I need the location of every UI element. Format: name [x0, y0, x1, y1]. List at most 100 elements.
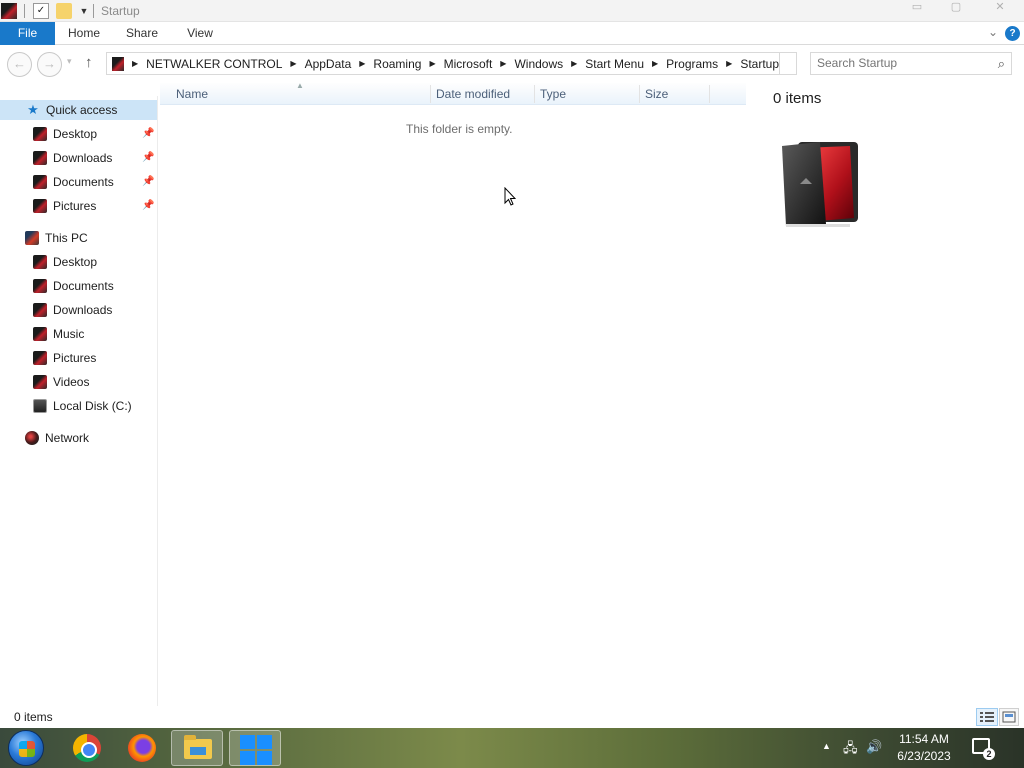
- breadcrumb-chevron-icon[interactable]: ▶: [132, 59, 138, 68]
- file-explorer-icon: [184, 735, 212, 759]
- pictures-icon: [33, 199, 47, 213]
- breadcrumb-chevron-icon[interactable]: ▶: [429, 59, 435, 68]
- separator: [93, 4, 94, 18]
- nav-quick-pictures[interactable]: Pictures: [33, 196, 96, 216]
- column-headers: ▲ Name Date modified Type Size: [160, 81, 746, 105]
- breadcrumb-item[interactable]: AppData: [305, 57, 352, 71]
- desktop-icon: [33, 255, 47, 269]
- videos-icon: [33, 375, 47, 389]
- nav-pc-music[interactable]: Music: [33, 324, 84, 344]
- column-header-type[interactable]: Type: [534, 83, 640, 105]
- close-button[interactable]: ✕: [985, 0, 1015, 16]
- nav-label: Music: [53, 327, 85, 341]
- breadcrumb-item[interactable]: Windows: [514, 57, 563, 71]
- nav-network[interactable]: Network: [25, 428, 89, 448]
- nav-pc-videos[interactable]: Videos: [33, 372, 89, 392]
- nav-quick-access[interactable]: ★ Quick access: [0, 100, 157, 120]
- app-icon[interactable]: [1, 3, 17, 19]
- nav-label: This PC: [45, 231, 88, 245]
- nav-pc-downloads[interactable]: Downloads: [33, 300, 112, 320]
- show-hidden-icons-chevron-icon[interactable]: ▲: [822, 741, 831, 751]
- notification-badge: 2: [983, 748, 995, 760]
- breadcrumb-item[interactable]: Start Menu: [585, 57, 644, 71]
- window-title: Startup: [101, 4, 140, 18]
- tab-view[interactable]: View: [178, 22, 222, 45]
- breadcrumb: ▶ NETWALKER CONTROL ▶ AppData ▶ Roaming …: [112, 53, 779, 74]
- nav-quick-documents[interactable]: Documents: [33, 172, 114, 192]
- breadcrumb-chevron-icon[interactable]: ▶: [652, 59, 658, 68]
- breadcrumb-item[interactable]: Roaming: [373, 57, 421, 71]
- chrome-icon: [73, 734, 101, 762]
- column-header-date-modified[interactable]: Date modified: [430, 83, 534, 105]
- address-bar[interactable]: ▶ NETWALKER CONTROL ▶ AppData ▶ Roaming …: [106, 52, 780, 75]
- recent-locations-chevron-icon[interactable]: ▾: [67, 56, 72, 67]
- pin-icon: 📌: [142, 128, 155, 139]
- ribbon-tabs: File Home Share View ⌄ ?: [0, 22, 1024, 45]
- taskbar-windows-app[interactable]: [229, 730, 281, 766]
- windows-logo-icon: [240, 735, 272, 765]
- network-status-icon[interactable]: 🖧: [843, 739, 858, 761]
- nav-label: Pictures: [53, 351, 97, 365]
- breadcrumb-item[interactable]: Programs: [666, 57, 718, 71]
- properties-icon[interactable]: ✓: [33, 3, 49, 19]
- minimize-button[interactable]: ▭: [902, 0, 932, 16]
- column-header-name[interactable]: Name: [170, 83, 430, 105]
- tab-home[interactable]: Home: [62, 22, 106, 45]
- taskbar-chrome[interactable]: [58, 730, 110, 766]
- nav-label: Downloads: [53, 303, 113, 317]
- nav-pc-pictures[interactable]: Pictures: [33, 348, 96, 368]
- address-dropdown-button[interactable]: [779, 52, 797, 75]
- maximize-button[interactable]: ▢: [941, 0, 971, 16]
- nav-this-pc[interactable]: This PC: [25, 228, 88, 248]
- details-view-button[interactable]: [976, 708, 998, 726]
- pin-icon: 📌: [142, 152, 155, 163]
- clock-time: 11:54 AM: [899, 732, 949, 746]
- music-icon: [33, 327, 47, 341]
- star-icon: ★: [27, 102, 39, 117]
- nav-label: Network: [45, 431, 90, 445]
- breadcrumb-chevron-icon[interactable]: ▶: [571, 59, 577, 68]
- large-icons-view-button[interactable]: [999, 708, 1019, 726]
- desktop-icon: [33, 127, 47, 141]
- location-icon: [112, 56, 124, 71]
- separator: [24, 4, 25, 18]
- breadcrumb-chevron-icon[interactable]: ▶: [726, 59, 732, 68]
- nav-quick-desktop[interactable]: Desktop: [33, 124, 97, 144]
- forward-button[interactable]: →: [37, 52, 62, 77]
- new-folder-icon[interactable]: [56, 3, 72, 19]
- search-icon[interactable]: ⌕: [998, 56, 1005, 72]
- expand-ribbon-chevron-icon[interactable]: ⌄: [988, 25, 998, 39]
- breadcrumb-chevron-icon[interactable]: ▶: [359, 59, 365, 68]
- breadcrumb-chevron-icon[interactable]: ▶: [290, 59, 296, 68]
- nav-pc-local-disk[interactable]: Local Disk (C:): [33, 396, 132, 416]
- volume-icon[interactable]: 🔊: [866, 739, 882, 755]
- column-divider[interactable]: [709, 85, 710, 103]
- network-icon: [25, 431, 39, 445]
- clock-date: 6/23/2023: [897, 749, 951, 763]
- nav-label: Pictures: [53, 199, 97, 213]
- column-header-size[interactable]: Size: [639, 83, 709, 105]
- downloads-icon: [33, 151, 47, 165]
- help-button[interactable]: ?: [1005, 26, 1020, 41]
- back-button[interactable]: ←: [7, 52, 32, 77]
- nav-pc-desktop[interactable]: Desktop: [33, 252, 97, 272]
- taskbar-firefox[interactable]: [114, 730, 166, 766]
- breadcrumb-item[interactable]: Microsoft: [444, 57, 493, 71]
- breadcrumb-item-current[interactable]: Startup: [740, 57, 779, 71]
- nav-pc-documents[interactable]: Documents: [33, 276, 114, 296]
- start-button[interactable]: [8, 730, 44, 766]
- tab-share[interactable]: Share: [120, 22, 164, 45]
- search-input[interactable]: [817, 56, 985, 70]
- search-box[interactable]: ⌕: [810, 52, 1012, 75]
- customize-toolbar-icon[interactable]: ▼: [76, 3, 92, 19]
- taskbar-file-explorer[interactable]: [171, 730, 223, 766]
- breadcrumb-item[interactable]: NETWALKER CONTROL: [146, 57, 282, 71]
- pictures-icon: [33, 351, 47, 365]
- pin-icon: 📌: [142, 200, 155, 211]
- taskbar-clock[interactable]: 11:54 AM 6/23/2023: [888, 731, 960, 765]
- nav-quick-downloads[interactable]: Downloads: [33, 148, 112, 168]
- breadcrumb-chevron-icon[interactable]: ▶: [500, 59, 506, 68]
- up-button[interactable]: ↑: [85, 54, 93, 71]
- tab-file[interactable]: File: [0, 22, 55, 45]
- documents-icon: [33, 279, 47, 293]
